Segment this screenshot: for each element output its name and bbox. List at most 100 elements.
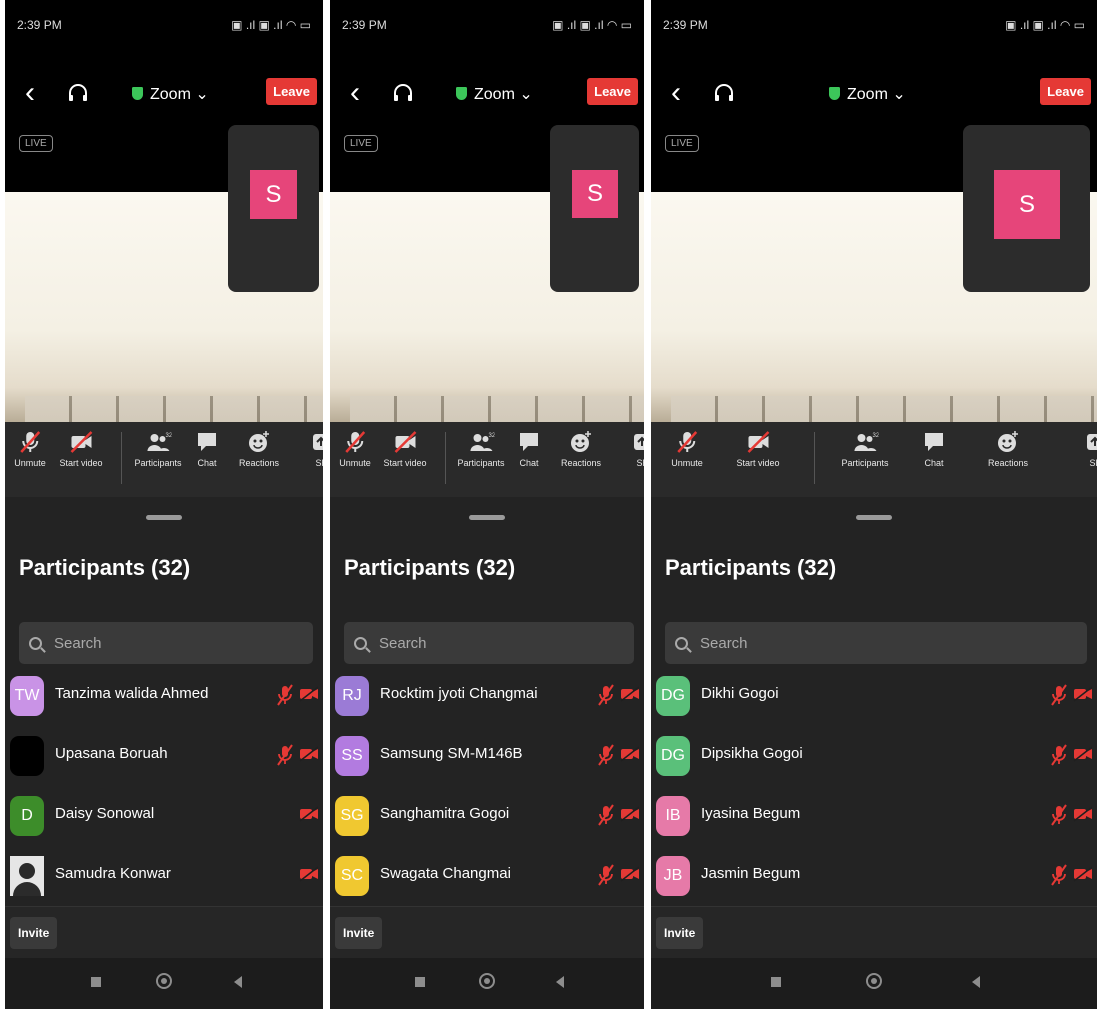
muted-mic-icon [598,864,614,886]
meeting-toolbar: Unmute Start video 32 Participants Chat React… [5,422,323,497]
participant-row[interactable]: JB Jasmin Begum [651,848,1097,904]
meeting-title-dropdown[interactable]: Zoom ⌄ [456,84,533,104]
toolbar-reactions-button[interactable]: Reactions [239,430,279,468]
toolbar-chat-button[interactable]: Chat [921,430,947,468]
back-triangle-icon[interactable] [234,976,242,988]
search-input[interactable] [52,633,256,653]
invite-button[interactable]: Invite [335,917,383,949]
headphones-icon[interactable] [713,84,735,102]
toolbar-unmute-button[interactable]: Unmute [339,430,371,468]
participant-name: Iyasina Begum [701,805,801,822]
participant-row[interactable]: DG Dikhi Gogoi [651,668,1097,724]
invite-bar: Invite [651,906,1097,959]
participant-row[interactable]: TW Tanzima walida Ahmed [5,668,323,724]
profile-photo-icon [10,856,44,896]
participant-name: Swagata Changmai [380,865,511,882]
toolbar-label: Participants [457,458,505,468]
back-chevron-icon[interactable]: ‹ [350,78,360,108]
toolbar-participants-button[interactable]: 32 Participants [841,430,888,468]
meeting-title-dropdown[interactable]: Zoom ⌄ [829,84,906,104]
search-field[interactable] [19,622,313,664]
toolbar-divider [445,432,446,484]
invite-bar: Invite [330,906,644,959]
muted-mic-icon [1051,864,1067,886]
participant-row[interactable]: Samudra Konwar [5,848,323,904]
recents-square-icon[interactable] [771,977,781,987]
search-field[interactable] [665,622,1087,664]
toolbar-sh-button[interactable]: Sh [308,430,323,468]
participant-row[interactable]: IB Iyasina Begum [651,788,1097,844]
back-chevron-icon[interactable]: ‹ [25,78,35,108]
toolbar-chat-button[interactable]: Chat [516,430,542,468]
encryption-shield-icon [456,87,467,100]
home-circle-icon[interactable] [479,973,495,989]
toolbar-label: Start video [736,458,780,468]
search-input[interactable] [698,633,902,653]
toolbar-label: Reactions [987,458,1029,468]
participant-row[interactable]: SS Samsung SM-M146B [330,728,644,784]
toolbar-reactions-button[interactable]: Reactions [988,430,1028,468]
participant-row[interactable]: D Daisy Sonowal [5,788,323,844]
invite-button[interactable]: Invite [656,917,704,949]
sheet-drag-handle[interactable] [146,515,182,520]
search-icon [675,636,688,650]
toolbar-participants-button[interactable]: 32 Participants [134,430,181,468]
share-icon [1087,434,1097,450]
leave-button[interactable]: Leave [587,78,638,105]
video-off-icon [299,806,319,822]
participant-avatar: SS [335,736,369,776]
meeting-title: Zoom ⌄ [474,86,533,103]
headphones-icon[interactable] [67,84,89,102]
toolbar-sh-button[interactable]: Sh [1082,430,1097,468]
muted-mic-icon [598,744,614,766]
toolbar-unmute-button[interactable]: Unmute [671,430,703,468]
participant-row[interactable]: SG Sanghamitra Gogoi [330,788,644,844]
leave-button[interactable]: Leave [266,78,317,105]
self-view-thumbnail[interactable]: S [228,125,319,292]
chat-icon [198,433,216,451]
search-input[interactable] [377,633,581,653]
headphones-icon[interactable] [392,84,414,102]
back-triangle-icon[interactable] [556,976,564,988]
recents-square-icon[interactable] [91,977,101,987]
toolbar-label: Sh [636,458,644,468]
self-view-thumbnail[interactable]: S [963,125,1090,292]
leave-button[interactable]: Leave [1040,78,1091,105]
recents-square-icon[interactable] [415,977,425,987]
toolbar-start-video-button[interactable]: Start video [383,430,427,468]
reactions-icon [571,431,591,452]
sheet-drag-handle[interactable] [469,515,505,520]
participant-avatar: JB [656,856,690,896]
muted-mic-icon [598,804,614,826]
participant-row[interactable]: RJ Rocktim jyoti Changmai [330,668,644,724]
toolbar-reactions-button[interactable]: Reactions [561,430,601,468]
participant-row[interactable]: Upasana Boruah [5,728,323,784]
toolbar-label: Start video [59,458,103,468]
back-triangle-icon[interactable] [972,976,980,988]
toolbar-sh-button[interactable]: Sh [629,430,644,468]
status-time: 2:39 PM [17,18,62,32]
search-field[interactable] [344,622,634,664]
toolbar-divider [121,432,122,484]
back-chevron-icon[interactable]: ‹ [671,78,681,108]
home-circle-icon[interactable] [866,973,882,989]
toolbar-participants-button[interactable]: 32 Participants [457,430,504,468]
participants-title: Participants (32) [19,555,191,580]
toolbar-unmute-button[interactable]: Unmute [14,430,46,468]
self-view-thumbnail[interactable]: S [550,125,639,292]
toolbar-chat-button[interactable]: Chat [194,430,220,468]
participant-avatar: DG [656,736,690,776]
participant-row[interactable]: SC Swagata Changmai [330,848,644,904]
toolbar-label: Unmute [339,458,371,468]
participant-row[interactable]: DG Dipsikha Gogoi [651,728,1097,784]
meeting-title-dropdown[interactable]: Zoom ⌄ [132,84,209,104]
participant-avatar [10,856,44,896]
toolbar-start-video-button[interactable]: Start video [736,430,780,468]
video-off-icon [299,866,319,882]
sheet-drag-handle[interactable] [856,515,892,520]
reactions-icon [249,431,269,452]
invite-button[interactable]: Invite [10,917,58,949]
home-circle-icon[interactable] [156,973,172,989]
toolbar-start-video-button[interactable]: Start video [59,430,103,468]
participants-icon: 32 [147,433,171,451]
